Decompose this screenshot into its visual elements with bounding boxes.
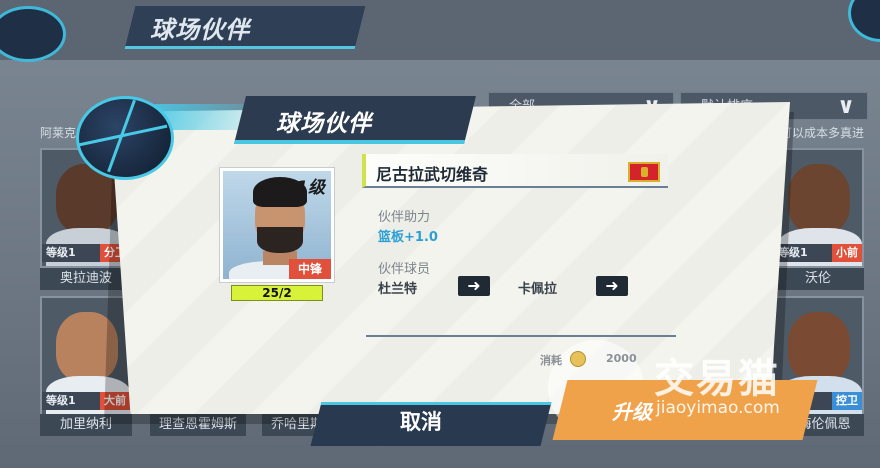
partner-arrow-button[interactable]: ➜ xyxy=(458,276,490,296)
player-name: 尼古拉武切维奇 xyxy=(376,165,489,184)
card-level: 等级1 xyxy=(42,244,100,262)
watermark-text: 交易猫 xyxy=(654,356,780,402)
cost-value: 2000 xyxy=(606,352,637,365)
background-card-name: 阿莱克 xyxy=(40,126,77,140)
player-position-badge: 中锋 xyxy=(289,259,331,279)
card-count-bar: 25/2 xyxy=(231,285,323,301)
partner-arrow-button[interactable]: ➜ xyxy=(596,276,628,296)
partners-label: 伙伴球员 xyxy=(378,262,431,277)
dialog-divider xyxy=(366,335,676,337)
cancel-button-label: 取消 xyxy=(400,410,442,434)
player-level-badge: 1级 xyxy=(296,178,325,198)
card-level: 等级1 xyxy=(42,392,100,410)
arrow-right-icon: ➜ xyxy=(467,276,481,295)
upgrade-button-label: 升级 xyxy=(612,400,652,424)
assist-label: 伙伴助力 xyxy=(378,210,431,225)
chevron-down-icon: ∨ xyxy=(837,94,855,119)
dialog-title: 球场伙伴 xyxy=(276,111,372,137)
player-portrait: 1级 中锋 xyxy=(220,168,334,282)
player-face xyxy=(788,164,850,234)
coin-icon xyxy=(570,351,586,367)
arrow-right-icon: ➜ xyxy=(605,276,619,295)
basketball-icon xyxy=(76,96,174,180)
cost-label: 消耗 xyxy=(540,354,562,367)
partner-player-name: 杜兰特 xyxy=(378,282,418,297)
assist-value: 篮板+1.0 xyxy=(378,230,438,245)
card-position-badge: 小前 xyxy=(832,244,862,262)
flag-emblem xyxy=(641,167,648,177)
card-position-badge: 控卫 xyxy=(832,392,862,410)
player-face xyxy=(788,312,850,382)
background-page-title: 球场伙伴 xyxy=(150,16,250,44)
portrait-beard xyxy=(257,227,303,253)
partner-player-name: 卡佩拉 xyxy=(518,282,558,297)
watermark-url: jiaoyimao.com xyxy=(656,398,780,418)
